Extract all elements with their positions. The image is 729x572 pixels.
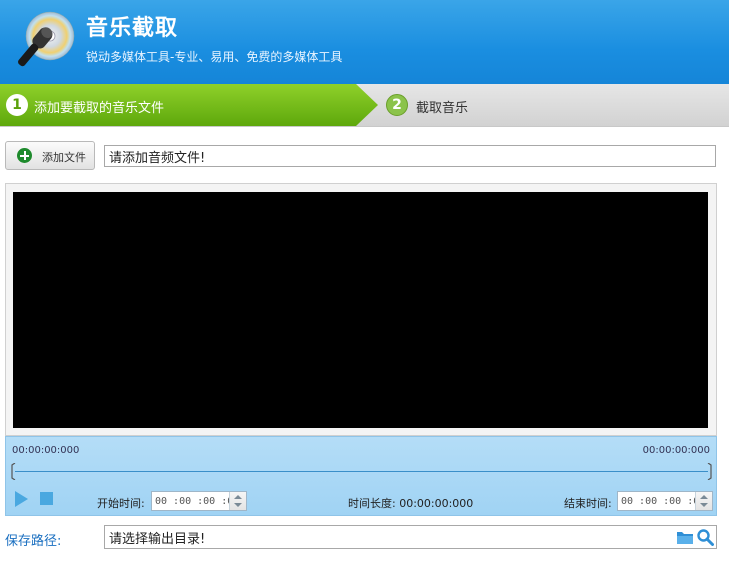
spinner-down-icon[interactable] xyxy=(700,503,708,507)
start-time-input[interactable] xyxy=(152,492,234,510)
end-time-input[interactable] xyxy=(618,492,700,510)
file-path-input[interactable] xyxy=(104,145,716,167)
add-file-button-label: 添加文件 xyxy=(42,151,86,164)
step-2-number: 2 xyxy=(386,94,408,116)
end-time-spinner[interactable] xyxy=(695,492,712,510)
app-header: 音乐截取 锐动多媒体工具-专业、易用、免费的多媒体工具 xyxy=(0,0,729,84)
folder-icon[interactable] xyxy=(676,529,694,545)
step-1-number: 1 xyxy=(6,94,28,116)
start-time-label: 开始时间: xyxy=(97,497,145,510)
save-path-input[interactable] xyxy=(105,526,673,548)
step-2-label[interactable]: 截取音乐 xyxy=(416,97,468,116)
timeline-start-time: 00:00:00:000 xyxy=(12,445,80,456)
start-time-field[interactable] xyxy=(151,491,247,511)
end-handle[interactable] xyxy=(707,463,712,480)
spinner-up-icon[interactable] xyxy=(700,495,708,499)
play-icon[interactable] xyxy=(15,491,28,507)
app-title: 音乐截取 xyxy=(86,16,179,41)
step-bar: 1 添加要截取的音乐文件 2 截取音乐 xyxy=(0,84,729,127)
plus-circle-icon xyxy=(17,148,32,163)
start-handle[interactable] xyxy=(11,463,16,480)
timeline-track[interactable] xyxy=(15,471,708,472)
step-1-label[interactable]: 添加要截取的音乐文件 xyxy=(34,97,164,116)
microphone-cd-icon xyxy=(18,11,75,67)
save-path-label: 保存路径: xyxy=(5,534,62,549)
app-subtitle: 锐动多媒体工具-专业、易用、免费的多媒体工具 xyxy=(86,50,343,64)
add-file-button[interactable]: 添加文件 xyxy=(5,141,95,170)
start-time-spinner[interactable] xyxy=(229,492,246,510)
video-display xyxy=(13,192,708,428)
end-time-label: 结束时间: xyxy=(564,497,612,510)
search-icon[interactable] xyxy=(696,528,714,546)
duration-label: 时间长度: 00:00:00:000 xyxy=(348,497,474,510)
end-time-field[interactable] xyxy=(617,491,713,511)
spinner-down-icon[interactable] xyxy=(234,503,242,507)
spinner-up-icon[interactable] xyxy=(234,495,242,499)
save-path-field[interactable] xyxy=(104,525,717,549)
stop-icon[interactable] xyxy=(40,492,53,505)
timeline-end-time: 00:00:00:000 xyxy=(642,445,710,456)
timeline-panel: 00:00:00:000 00:00:00:000 开始时间: 时间长度: 00… xyxy=(5,436,717,516)
